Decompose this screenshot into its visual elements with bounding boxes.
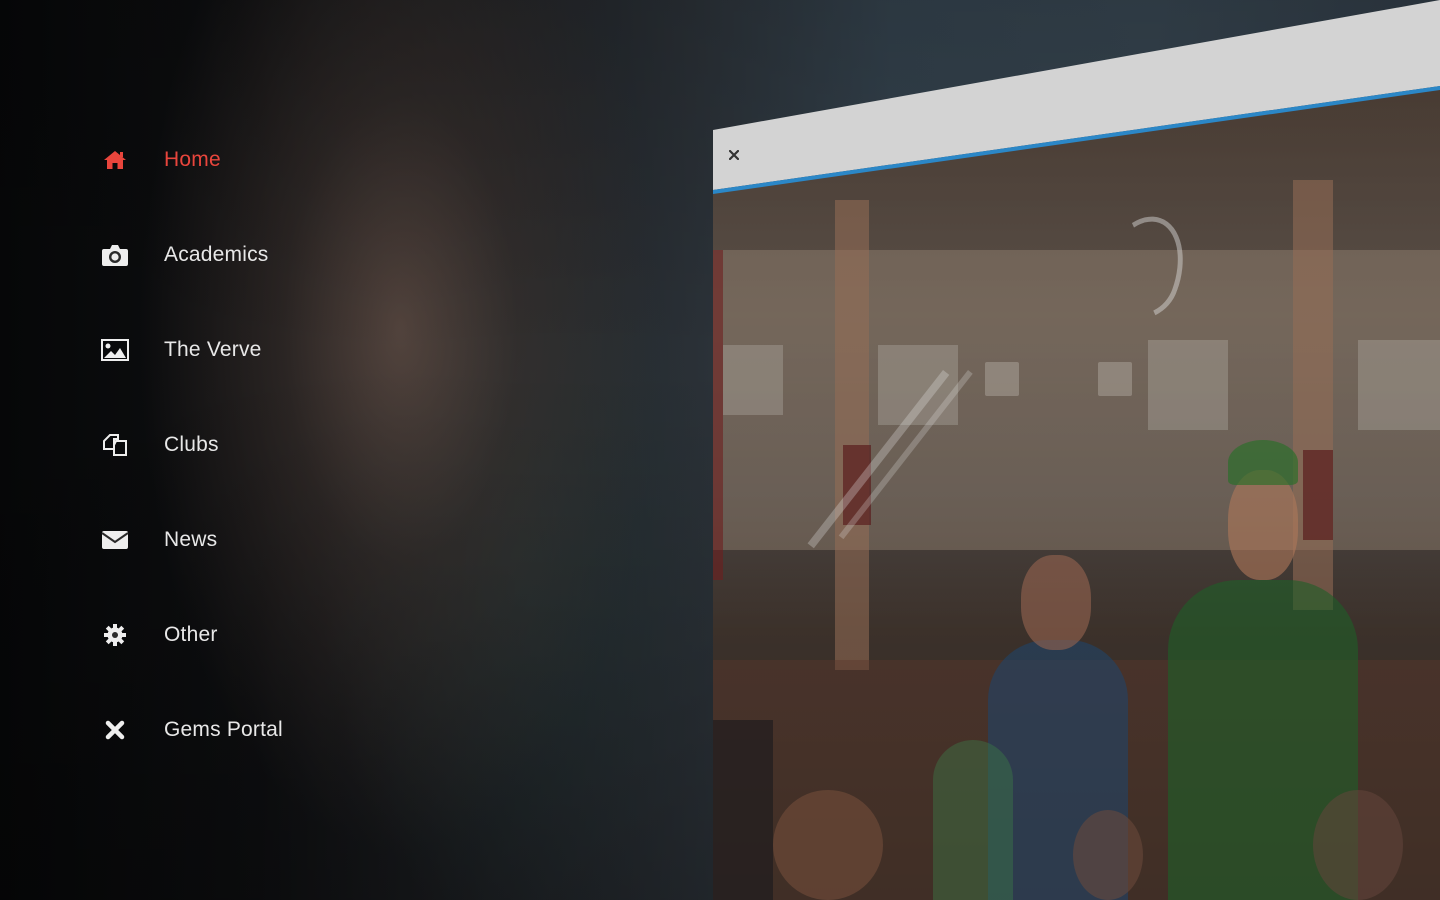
- menu-label-clubs: Clubs: [164, 432, 219, 456]
- menu-item-academics[interactable]: Academics: [0, 207, 600, 302]
- menu-label-home: Home: [164, 147, 221, 171]
- content-panel: [713, 0, 1440, 900]
- menu-label-academics: Academics: [164, 242, 269, 266]
- menu-item-news[interactable]: News: [0, 492, 600, 587]
- menu-label-other: Other: [164, 622, 218, 646]
- image-icon: [101, 336, 129, 364]
- gear-icon: [101, 621, 129, 649]
- menu-label-news: News: [164, 527, 218, 551]
- home-icon: [101, 146, 129, 174]
- menu-item-clubs[interactable]: Clubs: [0, 397, 600, 492]
- camera-icon: [101, 241, 129, 269]
- copy-icon: [101, 431, 129, 459]
- envelope-icon: [101, 526, 129, 554]
- menu-item-the-verve[interactable]: The Verve: [0, 302, 600, 397]
- menu-label-the-verve: The Verve: [164, 337, 262, 361]
- menu-item-other[interactable]: Other: [0, 587, 600, 682]
- close-button[interactable]: [727, 148, 741, 162]
- close-icon: [729, 150, 739, 160]
- menu-item-home[interactable]: Home: [0, 112, 600, 207]
- app-screen: Home Academics The Verve Clubs News Othe…: [0, 0, 1440, 900]
- side-menu: Home Academics The Verve Clubs News Othe…: [0, 112, 600, 777]
- menu-item-gems-portal[interactable]: Gems Portal: [0, 682, 600, 777]
- menu-label-gems-portal: Gems Portal: [164, 717, 283, 741]
- x-icon: [101, 716, 129, 744]
